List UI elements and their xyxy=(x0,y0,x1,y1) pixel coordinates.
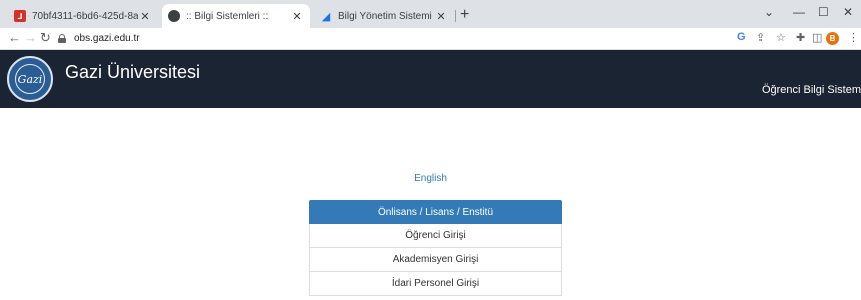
close-icon[interactable]: ✕ xyxy=(434,10,448,23)
logo-emblem: Gazi xyxy=(15,64,45,94)
side-panel-icon[interactable]: ◫ xyxy=(812,31,822,44)
bookmark-star-icon[interactable]: ☆ xyxy=(776,31,786,44)
maximize-icon[interactable]: ☐ xyxy=(818,5,829,19)
tab-title: :: Bilgi Sistemleri :: xyxy=(186,10,269,22)
url-text: obs.gazi.edu.tr xyxy=(74,33,140,44)
site-header: Gazi Gazi Üniversitesi Öğrenci Bilgi Sis… xyxy=(0,50,861,108)
reload-icon[interactable]: ↻ xyxy=(40,30,51,46)
language-link[interactable]: English xyxy=(0,173,861,184)
university-name[interactable]: Gazi Üniversitesi xyxy=(65,62,200,83)
staff-login-link[interactable]: İdari Personel Girişi xyxy=(309,272,562,296)
chevron-down-icon[interactable]: ⌄ xyxy=(764,5,774,19)
pen-icon: ◢ xyxy=(321,10,331,23)
login-panel: Önlisans / Lisans / Enstitü Öğrenci Giri… xyxy=(309,200,562,296)
globe-icon xyxy=(168,10,180,22)
menu-icon[interactable]: ⋮ xyxy=(848,31,859,44)
tab-title: 70bf4311-6bd6-425d-8a55-4a41 xyxy=(32,10,138,22)
browser-tab-pdf[interactable]: ⅃ 70bf4311-6bd6-425d-8a55-4a41 ✕ xyxy=(8,4,158,28)
browser-toolbar: ← → ↻ obs.gazi.edu.tr G ⇪ ☆ ✚ ◫ B ⋮ xyxy=(0,28,861,50)
minimize-icon[interactable]: — xyxy=(793,5,805,19)
browser-tab-active[interactable]: :: Bilgi Sistemleri :: ✕ xyxy=(162,4,310,28)
profile-avatar[interactable]: B xyxy=(826,32,839,45)
share-icon[interactable]: ⇪ xyxy=(756,31,765,44)
close-window-icon[interactable]: ✕ xyxy=(843,5,853,19)
close-icon[interactable]: ✕ xyxy=(290,10,304,23)
system-title: Öğrenci Bilgi Sistem xyxy=(761,84,861,96)
student-login-link[interactable]: Öğrenci Girişi xyxy=(309,224,562,248)
academic-login-link[interactable]: Akademisyen Girişi xyxy=(309,248,562,272)
back-icon[interactable]: ← xyxy=(8,30,21,45)
browser-tab-portal[interactable]: ◢ Bilgi Yönetim Sistemi – Bilgi Portal ✕ xyxy=(314,4,454,28)
new-tab-icon[interactable]: + xyxy=(460,6,469,24)
pdf-icon: ⅃ xyxy=(14,10,26,22)
extensions-icon[interactable]: ✚ xyxy=(796,31,805,44)
lock-icon[interactable] xyxy=(58,34,66,43)
panel-title: Önlisans / Lisans / Enstitü xyxy=(309,200,562,224)
tab-separator xyxy=(455,10,456,22)
forward-icon[interactable]: → xyxy=(24,30,37,45)
address-bar[interactable]: obs.gazi.edu.tr xyxy=(58,30,140,47)
close-icon[interactable]: ✕ xyxy=(138,10,152,23)
browser-tabstrip: ⅃ 70bf4311-6bd6-425d-8a55-4a41 ✕ :: Bilg… xyxy=(0,0,861,28)
tab-title: Bilgi Yönetim Sistemi – Bilgi Portal xyxy=(338,10,434,22)
university-logo[interactable]: Gazi xyxy=(7,56,53,102)
google-lens-icon[interactable]: G xyxy=(737,31,746,43)
